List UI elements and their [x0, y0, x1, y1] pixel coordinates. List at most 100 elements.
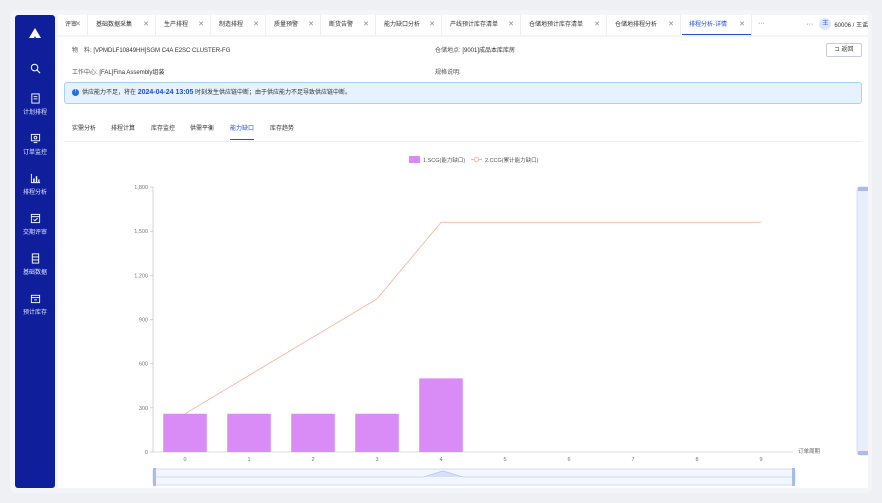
y-tick-label: 1,200 — [134, 273, 148, 279]
y-axis: 0 300 600 900 1,200 1,500 1,800 — [134, 185, 154, 456]
sidebar-item-search[interactable] — [15, 63, 55, 74]
x-tick-label: 4 — [439, 457, 442, 463]
warning-alert: ! 供应能力不足，将在 2024-04-24 13:05 时刻发生供应链中断；由于… — [64, 82, 862, 104]
spec-label: 规格说明: — [435, 70, 461, 76]
tab-schedule-calculation[interactable]: 排程计算 — [111, 122, 135, 136]
sidebar-item-order-monitor[interactable]: 订单监控 — [15, 133, 55, 156]
sidebar-item-base-data[interactable]: 基础数据 — [15, 253, 55, 276]
y-tick-label: 1,800 — [134, 185, 148, 191]
tab-capacity-gap[interactable]: 能力缺口 — [230, 122, 255, 140]
sidebar-item-delivery-review[interactable]: 交期评审 — [15, 213, 55, 236]
close-icon[interactable]: ✕ — [253, 15, 259, 35]
tab-label: 产线预计库存清单 — [450, 22, 499, 28]
checklist-icon — [30, 213, 40, 224]
zoom-handle-right[interactable] — [792, 468, 795, 486]
tab-warehouse-schedule-analysis[interactable]: 仓储地排程分析 ✕ — [608, 15, 681, 35]
chart-legend[interactable]: 1.SCG(能力缺口) 2.CCG(累计能力缺口) — [409, 156, 539, 164]
y-tick-label: 600 — [139, 362, 148, 368]
sidebar-item-label: 预计库存 — [22, 310, 47, 316]
database-icon — [31, 253, 39, 264]
legend-bar-label[interactable]: 1.SCG(能力缺口) — [423, 156, 465, 164]
close-icon[interactable]: ✕ — [143, 15, 149, 35]
app-window: 计划排程 订单监控 排程分析 交期评审 基础数据 预计库存 评审 ✕ 基础数据采集… — [10, 10, 872, 493]
close-icon[interactable]: ✕ — [508, 15, 514, 35]
x-axis: 0 1 2 3 4 5 6 7 8 9 — [153, 451, 793, 463]
alert-prefix: 供应能力不足，将在 — [82, 90, 137, 96]
vertical-zoom-track[interactable] — [856, 186, 868, 456]
app-logo[interactable] — [15, 15, 55, 51]
return-icon: ⊐ — [834, 47, 840, 53]
tab-review[interactable]: 评审 ✕ — [58, 15, 88, 35]
sidebar-item-forecast-inventory[interactable]: 预计库存 — [15, 293, 55, 316]
vertical-zoom-handle-bottom[interactable] — [858, 451, 868, 455]
x-axis-label: 订单周期 — [798, 447, 821, 455]
user-menu[interactable]: ··· 王 60006 / 王谣 — [806, 18, 868, 30]
tab-supply-demand-balance[interactable]: 供需平衡 — [190, 122, 214, 136]
close-icon[interactable]: ✕ — [668, 15, 674, 35]
close-icon[interactable]: ✕ — [594, 15, 600, 35]
sidebar-item-plan-scheduling[interactable]: 计划排程 — [15, 93, 55, 116]
material-value: [VPMDLF10849HH]SGM C4A E2SC CLUSTER-FG — [93, 48, 231, 54]
bar[interactable] — [355, 413, 399, 452]
data-zoom-horizontal[interactable] — [152, 468, 796, 486]
y-tick-label: 0 — [145, 450, 148, 456]
tab-manufacturing-scheduling[interactable]: 制造排程 ✕ — [212, 15, 266, 35]
bar[interactable] — [419, 378, 463, 452]
x-tick-label: 7 — [631, 457, 634, 463]
tab-overflow-button[interactable]: ··· — [758, 15, 765, 33]
work-center-label: 工作中心: — [72, 70, 98, 76]
x-tick-label: 0 — [183, 457, 186, 463]
bar[interactable] — [227, 413, 271, 452]
sidebar-item-label: 计划排程 — [22, 110, 47, 116]
vertical-zoom-handle-top[interactable] — [858, 187, 868, 191]
user-name: 60006 / 王谣 — [834, 22, 868, 29]
tab-production-scheduling[interactable]: 生产排程 ✕ — [157, 15, 211, 35]
tab-warehouse-forecast-inventory[interactable]: 仓储地预计库存清单 ✕ — [522, 15, 607, 35]
close-icon[interactable]: ✕ — [308, 15, 314, 35]
sidebar: 计划排程 订单监控 排程分析 交期评审 基础数据 预计库存 — [15, 15, 55, 488]
data-zoom-vertical[interactable] — [856, 186, 868, 456]
zoom-handle-left[interactable] — [153, 468, 156, 486]
y-tick-label: 900 — [139, 318, 148, 324]
close-icon[interactable]: ✕ — [75, 15, 81, 35]
tab-stockout-alarm[interactable]: 断货告警 ✕ — [322, 15, 376, 35]
line-series — [184, 221, 761, 415]
main-content: 物 料: [VPMDLF10849HH]SGM C4A E2SC CLUSTER… — [58, 37, 868, 488]
bar[interactable] — [291, 413, 335, 452]
sub-tab-bar: 实需分析 排程计算 库存监控 供需平衡 能力缺口 库存趋势 — [64, 122, 862, 142]
tab-label: 仓储地预计库存清单 — [529, 22, 584, 28]
back-label: 返回 — [841, 47, 854, 53]
tab-schedule-analysis-detail[interactable]: 排程分析-详情 ✕ — [682, 15, 752, 35]
capacity-gap-chart[interactable]: 1.SCG(能力缺口) 2.CCG(累计能力缺口) 0 300 600 900 1,20… — [58, 145, 868, 488]
back-button[interactable]: ⊐ 返回 — [826, 43, 862, 57]
material-info: 物 料: [VPMDLF10849HH]SGM C4A E2SC CLUSTER… — [72, 45, 230, 54]
y-tick-label: 300 — [139, 406, 148, 412]
sidebar-item-schedule-analysis[interactable]: 排程分析 — [15, 173, 55, 196]
x-tick-label: 9 — [759, 457, 762, 463]
y-tick-label: 1,500 — [134, 229, 148, 235]
bar[interactable] — [163, 413, 207, 452]
tab-capacity-gap-analysis[interactable]: 能力缺口分析 ✕ — [377, 15, 442, 35]
close-icon[interactable]: ✕ — [363, 15, 369, 35]
tab-inventory-trend[interactable]: 库存趋势 — [270, 122, 294, 136]
close-icon[interactable]: ✕ — [429, 15, 435, 35]
legend-line-label[interactable]: 2.CCG(累计能力缺口) — [485, 156, 539, 164]
alert-suffix: 时刻发生供应链中断；由于供应能力不足导致供应链中断。 — [195, 90, 352, 96]
tab-label: 断货告警 — [329, 22, 354, 28]
line-path[interactable] — [184, 221, 761, 415]
tab-quality-warning[interactable]: 质量预警 ✕ — [267, 15, 321, 35]
close-icon[interactable]: ✕ — [739, 15, 745, 35]
monitor-icon — [30, 133, 40, 144]
tab-label: 基础数据采集 — [96, 22, 133, 28]
tab-base-data-collection[interactable]: 基础数据采集 ✕ — [89, 15, 156, 35]
alert-time: 2024-04-24 13:05 — [137, 89, 194, 96]
work-center-info: 工作中心: [FAL]Fina Assembly组装 — [72, 67, 164, 76]
more-icon[interactable]: ··· — [806, 21, 813, 28]
tab-inventory-monitor[interactable]: 库存监控 — [151, 122, 175, 136]
tab-line-forecast-inventory[interactable]: 产线预计库存清单 ✕ — [443, 15, 521, 35]
work-center-value: [FAL]Fina Assembly组装 — [99, 70, 165, 76]
bar-series — [163, 378, 463, 452]
material-label: 物 料: — [72, 48, 92, 54]
close-icon[interactable]: ✕ — [198, 15, 204, 35]
tab-demand-analysis[interactable]: 实需分析 — [72, 122, 96, 136]
